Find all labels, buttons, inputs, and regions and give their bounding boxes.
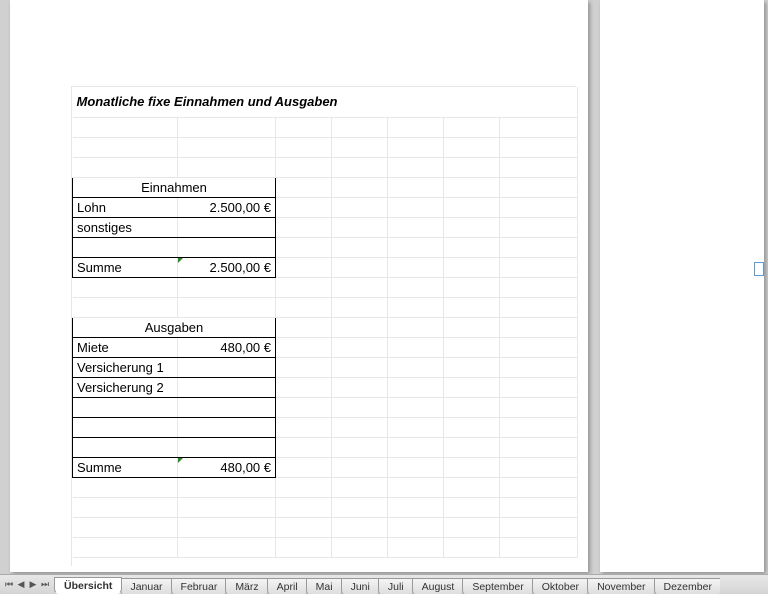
- tab-nav-controls: ⏮ ◀ ▶ ⏭: [0, 579, 54, 590]
- income-row-label[interactable]: sonstiges: [73, 217, 178, 237]
- income-row-label[interactable]: Lohn: [73, 197, 178, 217]
- expenses-row-value[interactable]: 480,00 €: [178, 337, 276, 357]
- tab-maerz[interactable]: März: [225, 578, 268, 594]
- tab-januar[interactable]: Januar: [120, 578, 172, 594]
- tab-nav-last-icon[interactable]: ⏭: [40, 579, 50, 590]
- expenses-row-value[interactable]: [178, 377, 276, 397]
- tab-juni[interactable]: Juni: [341, 578, 380, 594]
- tab-april[interactable]: April: [267, 578, 308, 594]
- tab-dezember[interactable]: Dezember: [654, 578, 720, 594]
- tab-oktober[interactable]: Oktober: [532, 578, 589, 594]
- income-sum-label[interactable]: Summe: [73, 257, 178, 277]
- income-row-value[interactable]: [178, 217, 276, 237]
- expenses-row-label[interactable]: Versicherung 1: [73, 357, 178, 377]
- tab-uebersicht[interactable]: Übersicht: [54, 577, 122, 594]
- sheet-tabs: Übersicht Januar Februar März April Mai …: [54, 575, 720, 594]
- tab-juli[interactable]: Juli: [378, 578, 414, 594]
- expenses-row-label[interactable]: Miete: [73, 337, 178, 357]
- expenses-header: Ausgaben: [73, 317, 276, 337]
- spreadsheet-page: Monatliche fixe Einnahmen und Ausgaben E…: [10, 0, 588, 572]
- workspace: Monatliche fixe Einnahmen und Ausgaben E…: [0, 0, 768, 574]
- tab-februar[interactable]: Februar: [171, 578, 228, 594]
- tab-september[interactable]: September: [462, 578, 533, 594]
- tab-mai[interactable]: Mai: [306, 578, 343, 594]
- tab-nav-next-icon[interactable]: ▶: [28, 579, 38, 590]
- page-title: Monatliche fixe Einnahmen und Ausgaben: [73, 87, 578, 117]
- tab-august[interactable]: August: [412, 578, 465, 594]
- income-row-value[interactable]: 2.500,00 €: [178, 197, 276, 217]
- expenses-row-label[interactable]: Versicherung 2: [73, 377, 178, 397]
- expenses-sum-value[interactable]: 480,00 €: [178, 457, 276, 477]
- expenses-row-value[interactable]: [178, 357, 276, 377]
- tab-nav-first-icon[interactable]: ⏮: [4, 579, 14, 590]
- expenses-sum-label[interactable]: Summe: [73, 457, 178, 477]
- selection-marker: [754, 262, 764, 276]
- income-header: Einnahmen: [73, 177, 276, 197]
- sheet-tab-bar: ⏮ ◀ ▶ ⏭ Übersicht Januar Februar März Ap…: [0, 574, 768, 594]
- cell-grid[interactable]: Monatliche fixe Einnahmen und Ausgaben E…: [71, 86, 576, 566]
- next-page-preview: [600, 0, 764, 572]
- sheet-table[interactable]: Monatliche fixe Einnahmen und Ausgaben E…: [72, 87, 578, 558]
- tab-november[interactable]: November: [587, 578, 655, 594]
- income-sum-value[interactable]: 2.500,00 €: [178, 257, 276, 277]
- tab-nav-prev-icon[interactable]: ◀: [16, 579, 26, 590]
